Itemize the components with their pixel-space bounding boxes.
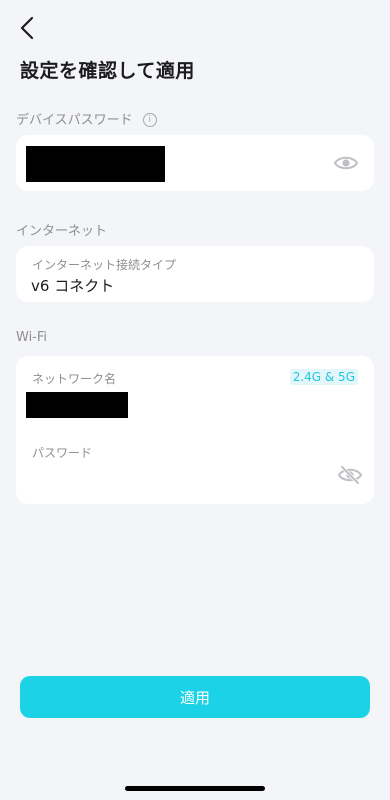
back-button[interactable] xyxy=(14,14,40,42)
network-name-value xyxy=(26,392,128,418)
connection-type-label: インターネット接続タイプ xyxy=(32,258,177,272)
device-password-section-label: デバイスパスワード i xyxy=(16,109,157,128)
wifi-card: ネットワーク名 2.4G & 5G パスワード xyxy=(16,356,374,504)
apply-button[interactable]: 適用 xyxy=(20,676,370,718)
home-indicator xyxy=(125,786,265,791)
info-icon[interactable]: i xyxy=(142,112,157,127)
connection-type-value: v6 コネクト xyxy=(31,277,115,295)
eye-icon[interactable] xyxy=(334,154,358,172)
network-name-label: ネットワーク名 xyxy=(32,372,117,386)
chevron-left-icon xyxy=(20,16,34,40)
wifi-section-label: Wi-Fi xyxy=(16,330,48,345)
device-password-card xyxy=(16,135,374,191)
band-badge: 2.4G & 5G xyxy=(289,369,358,385)
internet-card: インターネット接続タイプ v6 コネクト xyxy=(16,246,374,302)
wifi-password-label: パスワード xyxy=(32,446,93,460)
eye-off-icon[interactable] xyxy=(338,466,362,484)
device-password-value xyxy=(26,146,165,182)
page-title: 設定を確認して適用 xyxy=(20,60,195,82)
internet-section-label: インターネット xyxy=(16,224,108,239)
device-password-label: デバイスパスワード xyxy=(16,113,133,128)
